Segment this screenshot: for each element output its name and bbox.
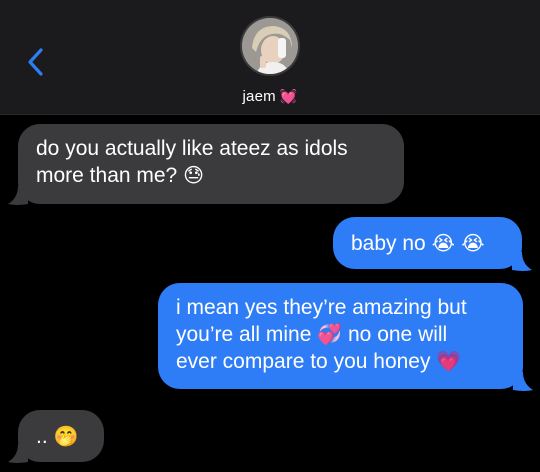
growing-heart-emoji-icon: 💗	[436, 349, 462, 373]
bubble-tail-incoming	[8, 186, 28, 205]
avatar-image	[242, 18, 298, 74]
conversation-header: jaem 💓	[0, 0, 540, 115]
bubble-tail-outgoing	[512, 252, 532, 271]
heart-emoji-icon: 💓	[279, 88, 298, 104]
back-button[interactable]	[20, 44, 50, 80]
contact-name-text: jaem	[242, 88, 276, 105]
hand-over-mouth-emoji-icon: 🤭	[53, 424, 79, 448]
message-text-line: more than me? 😓	[36, 163, 204, 187]
message-text-line: do you actually like ateez as idols	[36, 137, 348, 160]
two-hearts-emoji-icon: 💞	[317, 322, 343, 346]
message-bubble-incoming[interactable]: do you actually like ateez as idols more…	[18, 124, 404, 204]
chevron-left-icon	[28, 48, 43, 76]
contact-name[interactable]: jaem 💓	[0, 88, 540, 105]
message-text-line: you’re all mine 💞 no one will	[176, 322, 448, 346]
bubble-tail-outgoing	[513, 372, 533, 391]
contact-avatar[interactable]	[240, 16, 300, 76]
message-bubble-outgoing[interactable]: i mean yes they’re amazing but you’re al…	[158, 283, 523, 389]
crying-emoji-icon: 😭 😭	[431, 231, 485, 255]
message-text-line: ever compare to you honey 💗	[176, 349, 462, 373]
message-text: baby no	[351, 232, 426, 255]
message-text-line: i mean yes they’re amazing but	[176, 296, 467, 319]
message-text: ..	[36, 425, 48, 448]
sweat-emoji-icon: 😓	[183, 163, 204, 187]
bubble-tail-incoming	[8, 444, 28, 463]
message-bubble-incoming[interactable]: .. 🤭	[18, 410, 104, 462]
messages-screen: jaem 💓 do you actually like ateez as idol…	[0, 0, 540, 472]
message-bubble-outgoing[interactable]: baby no 😭 😭	[333, 217, 522, 269]
